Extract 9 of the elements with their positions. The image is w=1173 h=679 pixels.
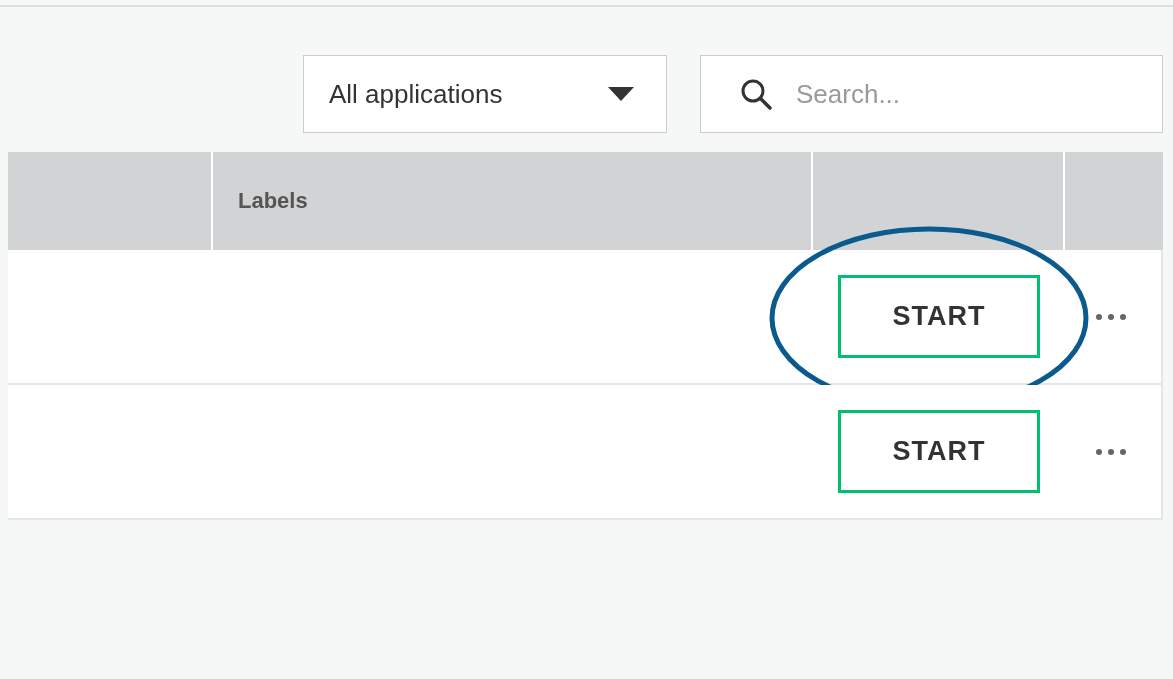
more-options-icon[interactable] [1096,313,1126,320]
search-icon [740,78,772,110]
start-button[interactable]: START [838,410,1040,493]
caret-icon [608,87,634,101]
column-header: Labels [213,152,813,250]
search-field[interactable]: Search... [700,55,1163,133]
application-dropdown[interactable]: All applications [303,55,667,133]
start-button[interactable]: START [838,275,1040,358]
more-options-icon[interactable] [1096,448,1126,455]
